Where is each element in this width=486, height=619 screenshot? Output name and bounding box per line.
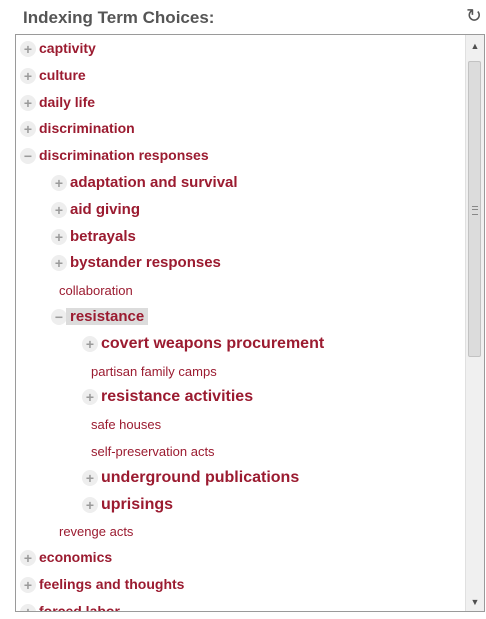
tree-item[interactable]: + captivity bbox=[16, 36, 466, 63]
tree-item-label[interactable]: partisan family camps bbox=[91, 364, 217, 379]
expand-icon[interactable]: + bbox=[51, 228, 67, 245]
tree-item-label[interactable]: discrimination bbox=[39, 120, 135, 136]
tree-item[interactable]: + uprisings bbox=[16, 492, 466, 519]
tree-item-label[interactable]: self-preservation acts bbox=[91, 444, 215, 459]
tree-item-label[interactable]: feelings and thoughts bbox=[39, 576, 184, 592]
expand-icon[interactable]: + bbox=[20, 577, 36, 593]
tree-item[interactable]: partisan family camps bbox=[16, 358, 466, 385]
tree-item-label[interactable]: underground publications bbox=[101, 469, 299, 487]
scrollbar-thumb[interactable] bbox=[468, 61, 481, 357]
expand-icon[interactable]: + bbox=[82, 335, 98, 352]
tree-item[interactable]: revenge acts bbox=[16, 518, 466, 545]
expand-icon[interactable]: + bbox=[20, 94, 36, 111]
tree-item[interactable]: − resistance bbox=[16, 304, 466, 331]
tree-item-label[interactable]: adaptation and survival bbox=[70, 174, 238, 191]
tree-item-label[interactable]: daily life bbox=[39, 94, 95, 110]
tree-item-label[interactable]: safe houses bbox=[91, 417, 161, 432]
tree-item-label[interactable]: forced labor bbox=[39, 603, 120, 611]
tree-item[interactable]: + resistance activities bbox=[16, 384, 466, 411]
tree-item-label[interactable]: collaboration bbox=[59, 283, 133, 298]
tree-item[interactable]: + discrimination bbox=[16, 116, 466, 143]
tree-item-label[interactable]: bystander responses bbox=[70, 254, 221, 271]
tree-item[interactable]: + aid giving bbox=[16, 197, 466, 224]
expand-icon[interactable]: + bbox=[51, 255, 67, 272]
expand-icon[interactable]: + bbox=[20, 41, 36, 57]
tree-item-label[interactable]: resistance bbox=[66, 308, 149, 325]
tree-item[interactable]: + betrayals bbox=[16, 224, 466, 251]
tree-item-label[interactable]: culture bbox=[39, 67, 86, 83]
tree-item[interactable]: + forced labor bbox=[16, 599, 466, 611]
collapse-icon[interactable]: − bbox=[51, 309, 67, 325]
vertical-scrollbar[interactable]: ▲ ▼ bbox=[465, 35, 484, 611]
tree-item[interactable]: − discrimination responses bbox=[16, 143, 466, 170]
tree-item-label[interactable]: revenge acts bbox=[59, 524, 133, 539]
tree-item[interactable]: + economics bbox=[16, 545, 466, 572]
header: Indexing Term Choices: ↻ bbox=[0, 0, 486, 34]
tree-item-label[interactable]: covert weapons procurement bbox=[101, 335, 324, 353]
expand-icon[interactable]: + bbox=[51, 175, 67, 191]
tree-item-label[interactable]: betrayals bbox=[70, 228, 136, 245]
tree-item[interactable]: + covert weapons procurement bbox=[16, 331, 466, 358]
tree-item[interactable]: + underground publications bbox=[16, 465, 466, 492]
scroll-down-icon[interactable]: ▼ bbox=[466, 593, 484, 611]
expand-icon[interactable]: + bbox=[82, 389, 98, 406]
expand-icon[interactable]: + bbox=[82, 496, 98, 513]
scrollbar-grip-icon bbox=[472, 206, 478, 215]
tree-item-label[interactable]: discrimination responses bbox=[39, 147, 209, 163]
tree-item[interactable]: + bystander responses bbox=[16, 250, 466, 277]
tree-item[interactable]: + adaptation and survival bbox=[16, 170, 466, 197]
collapse-icon[interactable]: − bbox=[20, 148, 36, 165]
expand-icon[interactable]: + bbox=[51, 201, 67, 218]
tree-item[interactable]: + culture bbox=[16, 63, 466, 90]
expand-icon[interactable]: + bbox=[20, 67, 36, 84]
tree-item-label[interactable]: captivity bbox=[39, 40, 96, 56]
expand-icon[interactable]: + bbox=[82, 469, 98, 486]
tree-item[interactable]: safe houses bbox=[16, 411, 466, 438]
tree-item[interactable]: + daily life bbox=[16, 90, 466, 117]
term-tree-panel: + captivity + culture + daily life + discrimina… bbox=[15, 34, 485, 612]
expand-icon[interactable]: + bbox=[20, 121, 36, 138]
tree-item[interactable]: collaboration bbox=[16, 277, 466, 304]
expand-icon[interactable]: + bbox=[20, 603, 36, 611]
panel-title: Indexing Term Choices: bbox=[23, 8, 215, 27]
tree-item-label[interactable]: aid giving bbox=[70, 201, 140, 218]
expand-icon[interactable]: + bbox=[20, 550, 36, 567]
tree-item[interactable]: + feelings and thoughts bbox=[16, 572, 466, 599]
scroll-up-icon[interactable]: ▲ bbox=[466, 37, 484, 55]
refresh-icon[interactable]: ↻ bbox=[463, 6, 485, 28]
tree-item-label[interactable]: resistance activities bbox=[101, 388, 253, 406]
tree-item-label[interactable]: economics bbox=[39, 549, 112, 565]
tree-item-label[interactable]: uprisings bbox=[101, 496, 173, 514]
tree-item[interactable]: self-preservation acts bbox=[16, 438, 466, 465]
